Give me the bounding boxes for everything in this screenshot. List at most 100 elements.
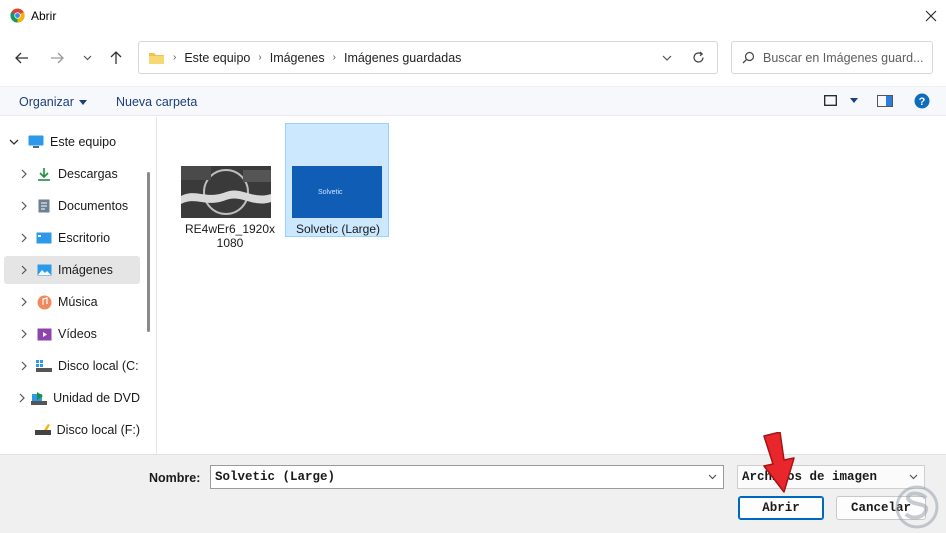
chevron-expanded-icon[interactable] [8, 139, 20, 145]
chevron-down-icon [83, 55, 91, 61]
back-button[interactable] [11, 47, 33, 69]
file-name-line: RE4wEr6_1920x [184, 222, 276, 236]
tree-item-label: Música [58, 295, 98, 309]
chrome-icon [10, 8, 25, 23]
breadcrumb-item[interactable]: Imágenes [270, 51, 325, 65]
command-bar: Organizar Nueva carpeta ? [0, 86, 946, 116]
file-list: RE4wEr6_1920x 1080 Solvetic Solvetic (La… [158, 117, 946, 454]
tree-item-videos[interactable]: Vídeos [4, 320, 140, 348]
preview-pane-button[interactable] [877, 95, 893, 107]
help-button[interactable]: ? [914, 93, 930, 109]
tree-item-imagenes[interactable]: Imágenes [4, 256, 140, 284]
tree-item-label: Disco local (C: [58, 359, 139, 373]
search-input[interactable]: Buscar en Imágenes guard... [731, 41, 933, 74]
tree-item-this-pc[interactable]: Este equipo [4, 128, 140, 156]
tree-item-disco-f[interactable]: Disco local (F:) [4, 416, 140, 444]
chevron-right-icon[interactable] [18, 265, 30, 275]
tree-item-label: Imágenes [58, 263, 113, 277]
desktop-icon [36, 231, 52, 245]
chevron-down-icon[interactable] [662, 55, 672, 61]
arrow-left-icon [15, 52, 28, 64]
window-title: Abrir [31, 9, 57, 23]
chevron-right-icon[interactable] [18, 393, 25, 403]
file-name-line: Solvetic (Large) [295, 222, 381, 236]
tree-item-label: Disco local (F:) [56, 423, 140, 437]
breadcrumb-separator: › [332, 52, 336, 63]
caret-down-icon [850, 98, 858, 103]
open-button[interactable]: Abrir [738, 496, 824, 520]
videos-icon [36, 327, 52, 341]
search-placeholder: Buscar en Imágenes guard... [763, 50, 924, 65]
tree-item-label: Descargas [58, 167, 118, 181]
file-name: RE4wEr6_1920x 1080 [178, 222, 282, 250]
breadcrumb-separator: › [258, 52, 262, 63]
file-name-value[interactable]: Solvetic (Large) [215, 470, 708, 484]
title-bar: Abrir [0, 0, 946, 32]
forward-button[interactable] [46, 47, 68, 69]
dvd-icon [31, 391, 48, 405]
address-bar[interactable]: › Este equipo › Imágenes › Imágenes guar… [138, 41, 718, 74]
tree-item-label: Este equipo [50, 135, 117, 149]
refresh-icon[interactable] [692, 51, 705, 64]
file-thumbnail: Solvetic [292, 166, 382, 218]
chevron-right-icon[interactable] [18, 329, 30, 339]
chevron-right-icon[interactable] [18, 201, 30, 211]
file-item[interactable]: RE4wEr6_1920x 1080 [177, 123, 281, 250]
organize-label: Organizar [19, 95, 74, 109]
documents-icon [36, 199, 52, 213]
thumbnail-text: Solvetic [318, 189, 343, 196]
view-icon [824, 95, 837, 106]
new-folder-button[interactable]: Nueva carpeta [116, 95, 197, 109]
chevron-right-icon[interactable] [18, 297, 30, 307]
preview-pane-icon [877, 95, 893, 107]
dialog-footer: Nombre: Solvetic (Large) Archivos de ima… [0, 454, 946, 533]
recent-locations-button[interactable] [78, 47, 96, 69]
breadcrumb-item[interactable]: Imágenes guardadas [344, 51, 461, 65]
chevron-down-icon [909, 474, 918, 480]
breadcrumb-separator: › [173, 52, 177, 63]
tree-item-disco-c[interactable]: Disco local (C: [4, 352, 140, 380]
computer-icon [28, 135, 44, 149]
file-name: Solvetic (Large) [286, 222, 390, 236]
watermark-logo-icon [895, 485, 939, 529]
search-icon [742, 51, 755, 64]
pictures-icon [36, 263, 52, 277]
file-name-field[interactable]: Solvetic (Large) [210, 465, 724, 489]
usb-drive-icon [34, 423, 51, 437]
navigation-pane: Este equipo Descargas Documentos Escrito… [0, 117, 157, 454]
drive-icon [36, 359, 52, 373]
up-button[interactable] [105, 47, 127, 69]
tree-item-descargas[interactable]: Descargas [4, 160, 140, 188]
close-button[interactable] [918, 4, 944, 28]
file-name-label: Nombre: [149, 471, 201, 485]
tree-item-escritorio[interactable]: Escritorio [4, 224, 140, 252]
tree-item-unidad-dvd[interactable]: Unidad de DVD [4, 384, 140, 412]
chevron-down-icon[interactable] [708, 474, 717, 480]
file-thumbnail [181, 166, 271, 218]
arrow-right-icon [51, 52, 64, 64]
chevron-right-icon[interactable] [18, 233, 30, 243]
svg-text:?: ? [919, 96, 926, 108]
tree-item-label: Documentos [58, 199, 129, 213]
download-icon [36, 167, 52, 181]
breadcrumb-item[interactable]: Este equipo [184, 51, 250, 65]
sidebar-scrollbar[interactable] [147, 172, 150, 332]
caret-down-icon [78, 99, 87, 105]
tree-item-documentos[interactable]: Documentos [4, 192, 140, 220]
chevron-right-icon[interactable] [18, 169, 30, 179]
music-icon [36, 295, 52, 309]
folder-icon [149, 52, 164, 64]
file-name-line: 1080 [216, 236, 244, 250]
view-options-button[interactable] [824, 95, 858, 106]
new-folder-label: Nueva carpeta [116, 95, 198, 109]
organize-button[interactable]: Organizar [19, 95, 87, 109]
close-icon [925, 10, 937, 22]
help-icon: ? [914, 93, 930, 109]
chevron-right-icon[interactable] [18, 361, 30, 371]
tree-item-label: Vídeos [58, 327, 97, 341]
file-item-selected[interactable]: Solvetic Solvetic (Large) [285, 123, 389, 237]
tree-item-label: Escritorio [58, 231, 111, 245]
tree-item-label: Unidad de DVD [53, 391, 140, 405]
arrow-up-icon [110, 51, 122, 64]
tree-item-musica[interactable]: Música [4, 288, 140, 316]
